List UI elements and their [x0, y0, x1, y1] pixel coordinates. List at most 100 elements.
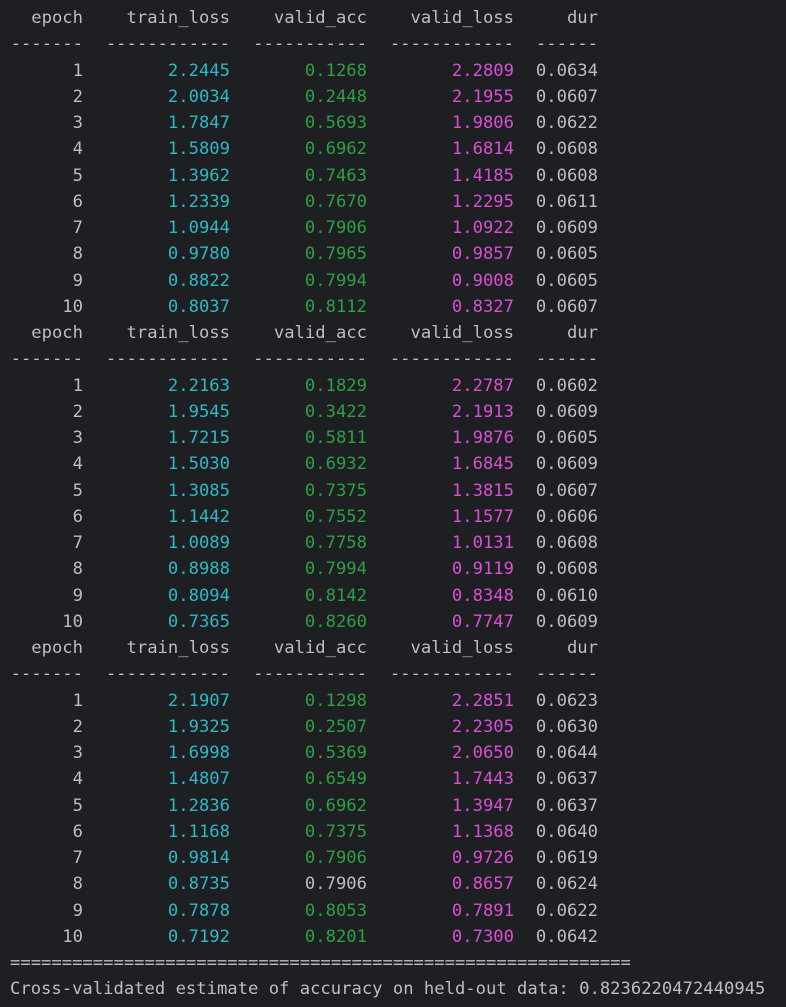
epoch-cell: 10: [62, 611, 83, 632]
header-epoch: epoch: [31, 8, 83, 28]
train-loss-cell: 1.2836: [167, 795, 230, 816]
valid-acc-cell: 0.7965: [304, 244, 367, 265]
table-row: 5 1.3085 0.7375 1.3815 0.0607: [0, 478, 786, 504]
valid-acc-cell: 0.7906: [304, 218, 367, 238]
epoch-cell: 1: [72, 60, 83, 81]
epoch-cell: 2: [72, 401, 83, 422]
epoch-cell: 9: [72, 585, 83, 606]
dur-cell: 0.0608: [535, 165, 598, 186]
valid-loss-cell: 1.9876: [451, 428, 514, 448]
train-loss-cell: 0.7365: [167, 611, 230, 632]
valid-loss-cell: 2.2851: [451, 690, 514, 711]
divider-epoch: -------: [10, 349, 83, 370]
train-loss-cell: 1.4807: [167, 769, 230, 790]
valid-acc-cell: 0.1829: [304, 375, 367, 396]
valid-acc-cell: 0.7375: [304, 480, 367, 501]
train-loss-cell: 0.7878: [167, 900, 230, 921]
table-row: 6 1.2339 0.7670 1.2295 0.0611: [0, 189, 786, 215]
table-row: 3 1.6998 0.5369 2.0650 0.0644: [0, 740, 786, 766]
console-output: epoch train_loss valid_acc valid_loss dur ---…: [0, 0, 786, 1007]
epoch-cell: 6: [72, 191, 83, 212]
divider-dur: ------: [535, 349, 598, 370]
epoch-cell: 8: [72, 244, 83, 265]
epoch-cell: 5: [72, 795, 83, 816]
valid-loss-cell: 1.6814: [451, 139, 514, 160]
dur-cell: 0.0619: [535, 848, 598, 868]
dur-cell: 0.0609: [535, 218, 598, 238]
train-loss-cell: 2.1907: [167, 690, 230, 711]
valid-loss-cell: 1.9806: [451, 113, 514, 133]
epoch-cell: 1: [72, 375, 83, 396]
table-row: 7 1.0089 0.7758 1.0131 0.0608: [0, 530, 786, 556]
table-header: epoch train_loss valid_acc valid_loss dur: [0, 635, 786, 661]
train-loss-cell: 1.3962: [167, 165, 230, 186]
valid-acc-cell: 0.6962: [304, 795, 367, 816]
table-row: 2 1.9325 0.2507 2.2305 0.0630: [0, 714, 786, 740]
epoch-cell: 4: [72, 454, 83, 475]
dur-cell: 0.0624: [535, 874, 598, 895]
epoch-cell: 6: [72, 506, 83, 527]
table-row: 9 0.8822 0.7994 0.9008 0.0605: [0, 268, 786, 294]
epoch-cell: 9: [72, 270, 83, 291]
divider-valid-loss: ------------: [389, 664, 514, 685]
header-epoch: epoch: [31, 323, 83, 343]
header-dur: dur: [566, 638, 598, 658]
train-loss-cell: 1.3085: [167, 480, 230, 501]
train-loss-cell: 0.8735: [167, 874, 230, 895]
train-loss-cell: 0.8037: [167, 296, 230, 317]
divider-epoch: -------: [10, 664, 83, 685]
divider-valid-loss: ------------: [389, 34, 514, 55]
valid-acc-cell: 0.7994: [304, 559, 367, 580]
table-row: 2 1.9545 0.3422 2.1913 0.0609: [0, 399, 786, 425]
valid-acc-cell: 0.6549: [304, 769, 367, 790]
train-loss-cell: 1.7847: [167, 113, 230, 133]
divider-valid-acc: -----------: [253, 349, 367, 370]
valid-loss-cell: 0.8348: [451, 585, 514, 606]
dur-cell: 0.0634: [535, 60, 598, 81]
dur-cell: 0.0622: [535, 900, 598, 921]
valid-acc-cell: 0.7670: [304, 191, 367, 212]
valid-loss-cell: 1.3815: [451, 480, 514, 501]
epoch-cell: 10: [62, 926, 83, 947]
table-row: 3 1.7215 0.5811 1.9876 0.0605: [0, 425, 786, 451]
valid-loss-cell: 1.7443: [451, 769, 514, 790]
dur-cell: 0.0609: [535, 611, 598, 632]
divider-epoch: -------: [10, 34, 83, 55]
table-row: 9 0.7878 0.8053 0.7891 0.0622: [0, 898, 786, 924]
table-row: 1 2.2445 0.1268 2.2809 0.0634: [0, 58, 786, 84]
train-loss-cell: 1.5030: [167, 454, 230, 475]
valid-acc-cell: 0.7463: [304, 165, 367, 186]
header-train-loss: train_loss: [126, 323, 230, 343]
valid-acc-cell: 0.1298: [304, 690, 367, 711]
header-valid-acc: valid_acc: [273, 8, 367, 28]
valid-acc-cell: 0.2448: [304, 86, 367, 107]
epoch-cell: 7: [72, 533, 83, 553]
dur-cell: 0.0610: [535, 585, 598, 606]
epoch-cell: 10: [62, 296, 83, 317]
valid-loss-cell: 0.7300: [451, 926, 514, 947]
table-row: 3 1.7847 0.5693 1.9806 0.0622: [0, 110, 786, 136]
valid-acc-cell: 0.7375: [304, 821, 367, 842]
dur-cell: 0.0606: [535, 506, 598, 527]
header-dur: dur: [566, 323, 598, 343]
epoch-cell: 3: [72, 743, 83, 763]
train-loss-cell: 2.2445: [167, 60, 230, 81]
valid-acc-cell: 0.6932: [304, 454, 367, 475]
train-loss-cell: 1.5809: [167, 139, 230, 160]
dur-cell: 0.0607: [535, 296, 598, 317]
train-loss-cell: 0.9780: [167, 244, 230, 265]
train-loss-cell: 1.0089: [167, 533, 230, 553]
train-loss-cell: 0.7192: [167, 926, 230, 947]
table-row: 4 1.4807 0.6549 1.7443 0.0637: [0, 766, 786, 792]
valid-loss-cell: 0.9857: [451, 244, 514, 265]
valid-acc-cell: 0.8112: [304, 296, 367, 317]
table-row: 1 2.2163 0.1829 2.2787 0.0602: [0, 373, 786, 399]
dur-cell: 0.0605: [535, 270, 598, 291]
table-divider: ------- ------------ ----------- ----------…: [0, 661, 786, 687]
epoch-cell: 5: [72, 480, 83, 501]
table-row: 4 1.5030 0.6932 1.6845 0.0609: [0, 451, 786, 477]
dur-cell: 0.0608: [535, 139, 598, 160]
valid-loss-cell: 2.2787: [451, 375, 514, 396]
epoch-cell: 7: [72, 848, 83, 868]
valid-loss-cell: 2.1913: [451, 401, 514, 422]
